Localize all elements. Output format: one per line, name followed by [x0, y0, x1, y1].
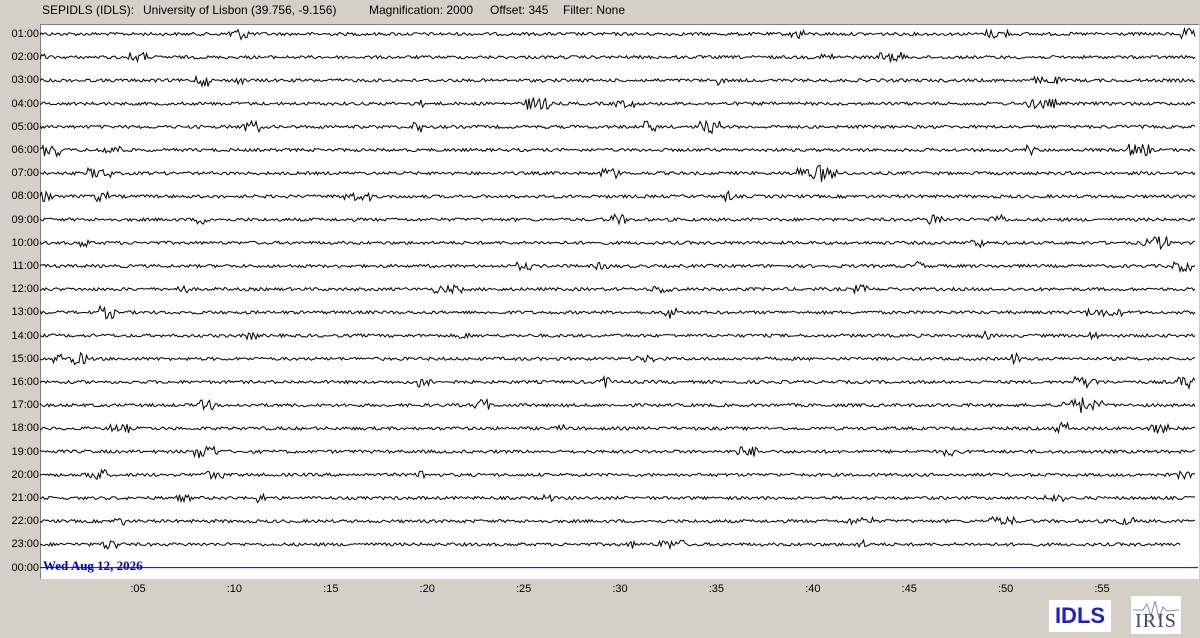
hour-label: 02:00: [11, 51, 39, 64]
plot-header: SEPIDLS (IDLS): University of Lisbon (39…: [0, 0, 1200, 22]
seismogram-trace: [40, 74, 1196, 89]
hour-label: 12:00: [11, 283, 39, 296]
hour-label: 20:00: [11, 468, 39, 481]
minute-tick-label: :15: [323, 583, 339, 595]
seismogram-trace: [40, 329, 1196, 341]
hour-label: 05:00: [11, 120, 39, 133]
hour-label: 16:00: [11, 376, 39, 388]
minute-tick-label: :35: [708, 583, 725, 595]
seismogram-trace: [40, 421, 1196, 435]
hour-label: 10:00: [11, 236, 39, 249]
minute-tick-label: :30: [612, 583, 628, 595]
seismogram-trace: [40, 260, 1196, 274]
hour-label: 08:00: [11, 190, 39, 203]
seismogram-trace: [40, 351, 1196, 366]
iris-logo: IRIS: [1131, 596, 1181, 634]
hour-label: 03:00: [11, 74, 39, 87]
hour-label: 07:00: [11, 167, 39, 180]
seismogram-trace: [40, 375, 1196, 391]
hour-label: 15:00: [11, 352, 39, 365]
hour-label: 21:00: [11, 492, 39, 504]
station-code: SEPIDLS (IDLS):: [42, 3, 135, 17]
hour-label: 06:00: [11, 144, 39, 156]
seismogram-trace: [40, 445, 1196, 459]
hour-label: 01:00: [11, 28, 39, 40]
hour-label: 00:00: [11, 561, 39, 574]
station-location: University of Lisbon (39.756, -9.156): [143, 3, 337, 17]
minute-tick-label: :45: [901, 583, 917, 595]
iris-logo-text: IRIS: [1135, 610, 1177, 632]
minute-tick-label: :40: [805, 583, 821, 595]
idls-logo: IDLS: [1049, 600, 1111, 632]
seismogram-trace: [40, 492, 1196, 504]
hour-label: 23:00: [11, 538, 39, 551]
seismogram-trace: [40, 51, 1196, 64]
hour-label: 11:00: [12, 260, 39, 272]
filter-readout: Filter: None: [563, 3, 626, 17]
seismogram-trace: [40, 119, 1196, 135]
seismogram-trace: [40, 26, 1196, 41]
hour-axis: 01:00 02:00 03:00 04:00 05:00 06:00 07:00 08:00…: [0, 0, 40, 600]
seismogram-trace: [40, 236, 1196, 251]
seismogram-trace: [40, 143, 1196, 158]
seismogram-trace: [40, 190, 1196, 204]
seismogram-trace: [40, 213, 1196, 226]
hour-label: 17:00: [11, 399, 39, 412]
minute-tick-label: :50: [997, 583, 1014, 595]
seismogram-trace: [40, 538, 1181, 551]
minute-tick-label: :25: [515, 583, 532, 595]
hour-label: 04:00: [11, 97, 39, 110]
seismogram-traces: [40, 26, 1198, 569]
minute-tick-label: :20: [419, 583, 435, 595]
seismogram-trace: [40, 468, 1196, 481]
seismogram-trace: [40, 283, 1196, 296]
hour-label: 22:00: [11, 515, 39, 528]
seismogram-trace: [40, 164, 1196, 183]
hour-label: 19:00: [11, 445, 39, 458]
date-label: Wed Aug 12, 2026: [43, 558, 143, 573]
minute-tick-label: :55: [1094, 583, 1110, 595]
minute-tick-label: :10: [226, 583, 243, 595]
hour-label: 13:00: [11, 306, 39, 319]
hour-label: 09:00: [11, 213, 39, 226]
magnification-readout: Magnification: 2000: [369, 3, 474, 17]
minute-tick-label: :05: [130, 583, 146, 595]
seismogram-trace: [40, 397, 1196, 414]
offset-readout: Offset: 345: [490, 3, 549, 17]
seismogram-trace: [40, 97, 1196, 110]
hour-label: 18:00: [11, 422, 39, 435]
seismogram-trace: [40, 304, 1196, 320]
hour-label: 14:00: [11, 329, 39, 342]
seismogram-trace: [40, 515, 1196, 526]
